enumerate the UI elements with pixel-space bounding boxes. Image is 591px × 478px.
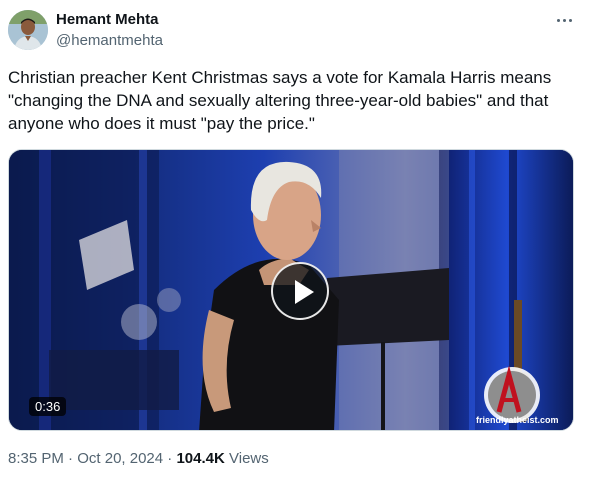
more-options-button[interactable] bbox=[552, 10, 576, 30]
video-player[interactable]: 0:36 friendlyatheist.com bbox=[8, 149, 574, 431]
tweet-meta: 8:35 PM · Oct 20, 2024 · 104.4K Views bbox=[8, 450, 269, 467]
avatar[interactable] bbox=[8, 10, 48, 50]
author-handle[interactable]: @hemantmehta bbox=[56, 32, 163, 49]
play-button[interactable] bbox=[271, 262, 329, 320]
author-name[interactable]: Hemant Mehta bbox=[56, 11, 159, 28]
tweet-date[interactable]: Oct 20, 2024 bbox=[77, 450, 163, 467]
views-label: Views bbox=[229, 450, 269, 467]
more-horizontal-icon bbox=[556, 18, 572, 22]
tweet-time[interactable]: 8:35 PM bbox=[8, 450, 64, 467]
watermark-text: friendlyatheist.com bbox=[476, 415, 559, 425]
views-count: 104.4K bbox=[176, 450, 225, 467]
meta-separator-2: · bbox=[163, 450, 177, 467]
tweet-text: Christian preacher Kent Christmas says a… bbox=[8, 68, 556, 133]
meta-separator: · bbox=[63, 450, 78, 467]
video-duration: 0:36 bbox=[29, 397, 67, 416]
avatar-image bbox=[8, 10, 48, 50]
